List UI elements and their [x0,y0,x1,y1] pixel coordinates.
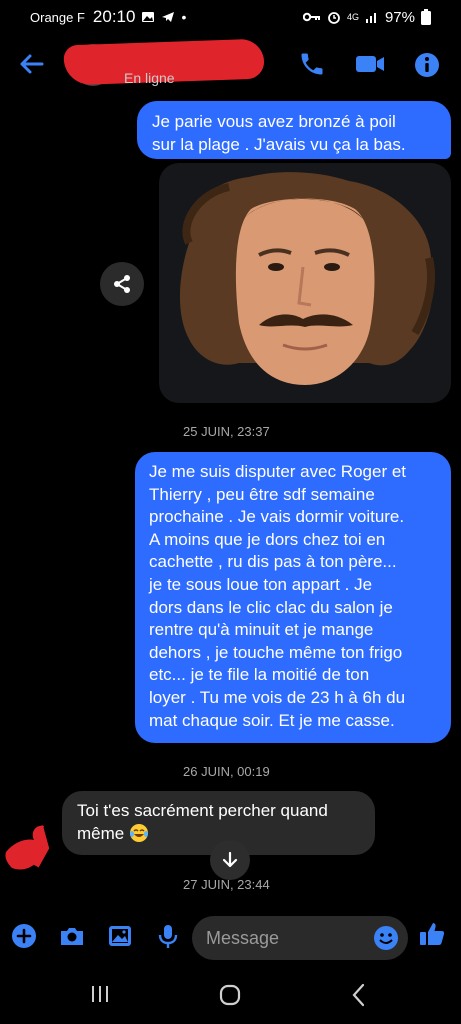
clock: 20:10 [92,7,136,26]
gallery-notification-icon [142,12,155,22]
message-line: prochaine . Je vais dormir voiture. [149,507,405,527]
image-icon [109,926,131,946]
info-icon [415,53,439,77]
message-line: Toi t'es sacrément percher quand [77,801,328,820]
carrier-label: Orange F [30,9,85,25]
gallery-button[interactable] [106,922,134,950]
message-line: Je me suis disputer avec Roger et [149,462,407,481]
message-line: loyer . Tu me vois de 23 h à 6h du [149,687,406,707]
dot-icon: • [181,9,187,25]
more-actions-button[interactable] [10,922,38,950]
status-bar: Orange F 20:10 • 4G 97% [0,0,461,34]
status-right: 4G 97% [302,8,431,26]
battery-percent: 97% [384,8,415,26]
plus-circle-icon [12,924,36,948]
message-line: Thierry , peu être sdf semaine [149,484,375,504]
message-line: dehors , je touche même ton frigo [149,642,403,662]
smiley-icon [374,926,398,950]
outgoing-message[interactable]: Je parie vous avez bronzé à poil sur la … [137,101,451,159]
phone-icon [301,53,323,75]
message-line: A moins que je dors chez toi en [149,529,386,549]
chevron-left-icon [352,983,365,1007]
recent-apps-button[interactable] [88,982,118,1012]
timestamp: 25 JUIN, 23:37 [183,424,270,439]
man-portrait-photo [179,172,436,385]
message-line: cachette , ru dis pas à ton père... [149,552,397,572]
message-line: mat chaque soir. Et je me casse. [149,710,395,730]
message-line: rentre qu'à minuit et je mange [149,620,374,640]
message-line: je te sous loue ton appart . Je [149,574,373,594]
system-nav-bar [0,968,461,1024]
contact-status: En ligne [124,70,175,86]
camera-button[interactable] [58,922,86,950]
camera-icon [61,928,83,945]
home-button[interactable] [217,982,247,1012]
tears-of-joy-emoji-icon [129,823,148,842]
telegram-notification-icon [162,12,175,22]
audio-call-button[interactable] [298,50,328,80]
back-button[interactable] [18,50,50,82]
conversation-info-button[interactable] [412,50,442,80]
message-line-with-emoji: même [77,823,360,846]
recent-apps-icon [92,986,108,1002]
outgoing-message[interactable]: Je me suis disputer avec Roger et Thierr… [135,452,451,743]
battery-icon [421,9,431,25]
voice-message-button[interactable] [155,922,183,950]
message-composer [0,912,461,962]
message-line: même [77,823,125,843]
share-button[interactable] [100,262,144,306]
redacted-sender-avatar [5,825,50,870]
timestamp: 26 JUIN, 00:19 [183,764,270,779]
message-line: sur la plage . J'avais vu ça la bas. [152,134,406,154]
alarm-icon [328,12,340,24]
timestamp: 27 JUIN, 23:44 [183,877,270,892]
video-camera-icon [356,56,384,72]
status-left: Orange F 20:10 • [30,7,186,27]
key-icon [302,12,320,22]
network-label: 4G [346,12,359,22]
system-back-button[interactable] [346,982,376,1012]
message-line: dors dans le clic clac du salon je [149,597,393,617]
scroll-to-bottom-button[interactable] [210,840,250,880]
microphone-icon [158,925,178,948]
arrow-down-icon [222,851,238,868]
home-icon [219,984,241,1006]
thumbs-up-icon [420,923,445,945]
share-icon [114,275,130,293]
message-line: Je parie vous avez bronzé à poil [152,112,396,131]
arrow-left-icon [20,54,44,74]
like-button[interactable] [418,920,446,948]
conversation-header: En ligne [0,36,461,98]
photo-message[interactable] [159,163,451,403]
emoji-picker-button[interactable] [372,924,400,952]
message-line: etc... je te file la moitié de ton [149,665,370,685]
video-call-button[interactable] [354,50,384,80]
signal-icon [365,13,376,23]
